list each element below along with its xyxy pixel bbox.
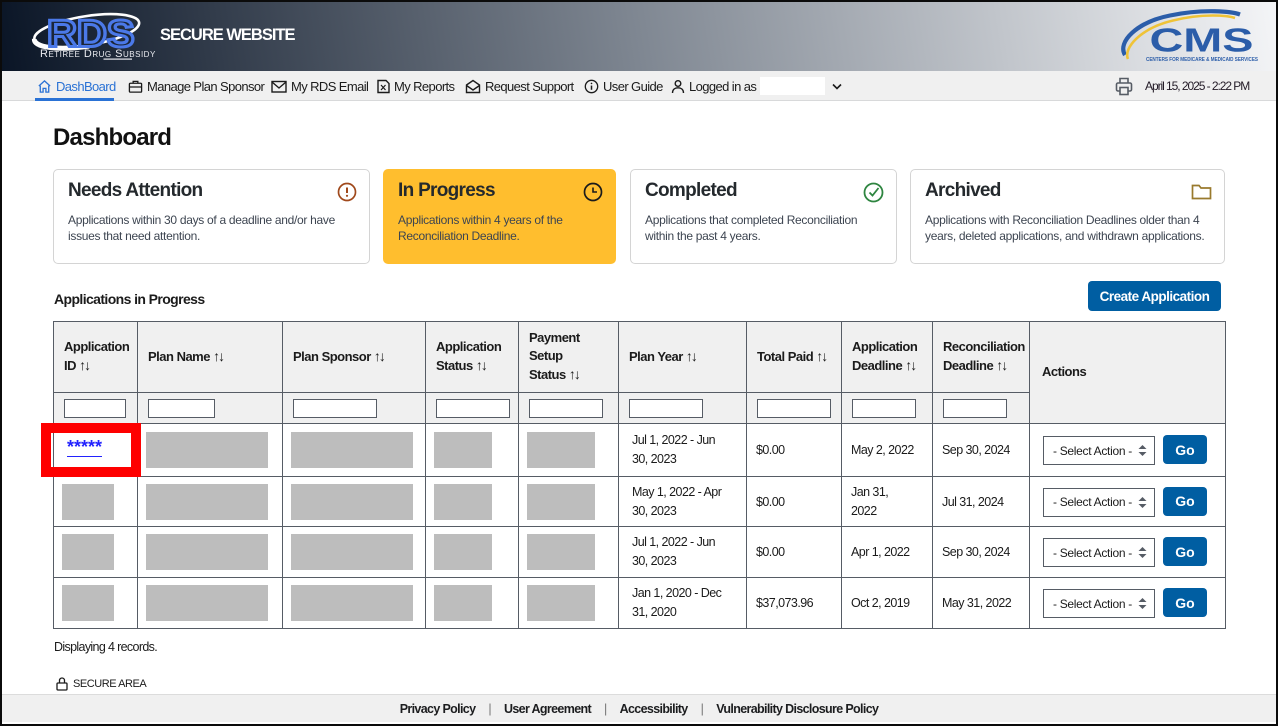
svg-text:Retiree Drug Subsidy: Retiree Drug Subsidy <box>40 48 156 60</box>
svg-text:CENTERS FOR MEDICARE & MEDICAI: CENTERS FOR MEDICARE & MEDICAID SERVICES <box>1146 57 1258 63</box>
svg-text:CMS: CMS <box>1150 22 1254 59</box>
